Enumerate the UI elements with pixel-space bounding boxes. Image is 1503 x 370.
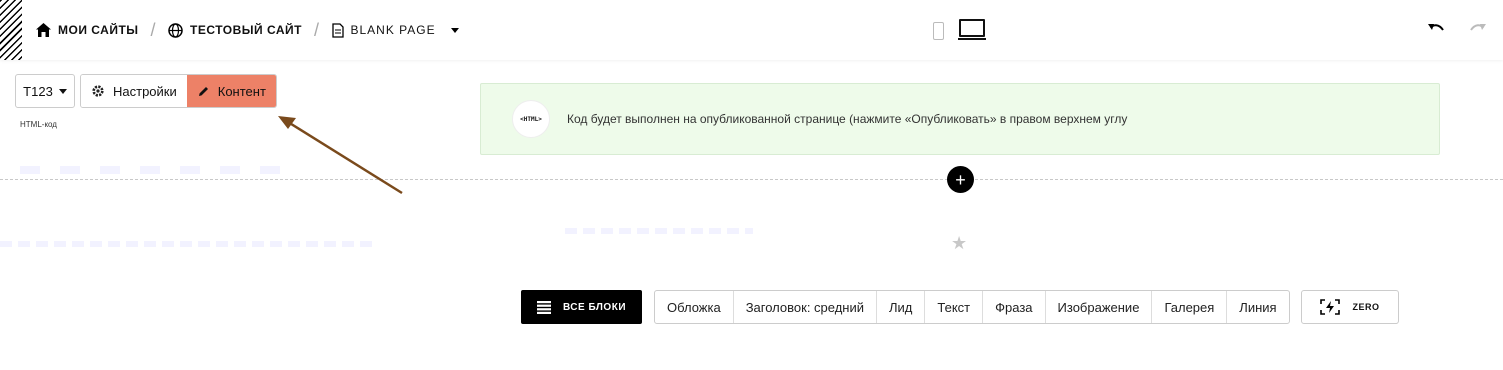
breadcrumb: МОИ САЙТЫ / ТЕСТОВЫЙ САЙТ / BLANK PAGE (36, 20, 459, 40)
chevron-down-icon (58, 88, 67, 94)
content-label: Контент (217, 83, 266, 99)
pencil-icon (198, 86, 208, 96)
mobile-view-icon[interactable] (933, 22, 944, 40)
notice-text: Код будет выполнен на опубликованной стр… (567, 112, 1128, 126)
desktop-view-icon[interactable] (958, 19, 986, 40)
breadcrumb-my-sites[interactable]: МОИ САЙТЫ (36, 23, 139, 37)
undo-icon[interactable] (1427, 21, 1445, 35)
top-bar: МОИ САЙТЫ / ТЕСТОВЫЙ САЙТ / BLANK PAGE (0, 0, 1503, 60)
render-artifact (0, 241, 375, 247)
settings-label: Настройки (113, 83, 177, 99)
star-icon[interactable]: ★ (951, 233, 967, 254)
breadcrumb-separator: / (313, 19, 320, 40)
category-text[interactable]: Текст (925, 291, 984, 323)
category-cover[interactable]: Обложка (655, 291, 734, 323)
document-icon (331, 22, 344, 38)
block-toolbar: T123 Настройки Контент (15, 74, 277, 108)
content-button[interactable]: Контент (186, 75, 276, 107)
category-lead[interactable]: Лид (877, 291, 926, 323)
zero-block-icon (1320, 299, 1341, 315)
category-image[interactable]: Изображение (1046, 291, 1153, 323)
breadcrumb-label: МОИ САЙТЫ (58, 23, 139, 37)
gear-icon (92, 85, 104, 97)
html-notice-panel: <HTML> Код будет выполнен на опубликован… (480, 83, 1440, 155)
block-categories: Обложка Заголовок: средний Лид Текст Фра… (654, 290, 1290, 324)
category-phrase[interactable]: Фраза (983, 291, 1046, 323)
settings-button[interactable]: Настройки (81, 75, 187, 107)
brand-pattern (0, 0, 22, 60)
all-blocks-button[interactable]: ВСЕ БЛОКИ (521, 290, 642, 324)
add-block-button[interactable]: + (947, 166, 974, 193)
block-code-label: T123 (23, 83, 53, 99)
block-divider (0, 179, 1503, 180)
zero-block-button[interactable]: ZERO (1301, 290, 1399, 324)
category-heading-medium[interactable]: Заголовок: средний (734, 291, 878, 323)
breadcrumb-test-site[interactable]: ТЕСТОВЫЙ САЙТ (168, 22, 302, 38)
redo-icon[interactable] (1469, 21, 1487, 35)
home-icon (36, 23, 51, 37)
breadcrumb-separator: / (150, 19, 157, 40)
all-blocks-label: ВСЕ БЛОКИ (562, 301, 627, 313)
category-line[interactable]: Линия (1227, 291, 1288, 323)
list-icon (536, 300, 551, 314)
category-gallery[interactable]: Галерея (1152, 291, 1228, 323)
breadcrumb-label: BLANK PAGE (350, 23, 436, 37)
device-switcher (933, 19, 986, 40)
chevron-down-icon (450, 27, 459, 33)
breadcrumb-page-dropdown[interactable]: BLANK PAGE (331, 22, 459, 38)
render-artifact (565, 228, 753, 234)
html-code-icon: <HTML> (512, 100, 550, 138)
zero-label: ZERO (1352, 302, 1380, 312)
block-code-button[interactable]: T123 (15, 74, 75, 108)
block-type-label: HTML-код (20, 120, 57, 129)
render-artifact (20, 166, 280, 174)
globe-icon (168, 22, 183, 38)
block-mode-switch: Настройки Контент (80, 74, 277, 108)
breadcrumb-label: ТЕСТОВЫЙ САЙТ (190, 23, 302, 37)
